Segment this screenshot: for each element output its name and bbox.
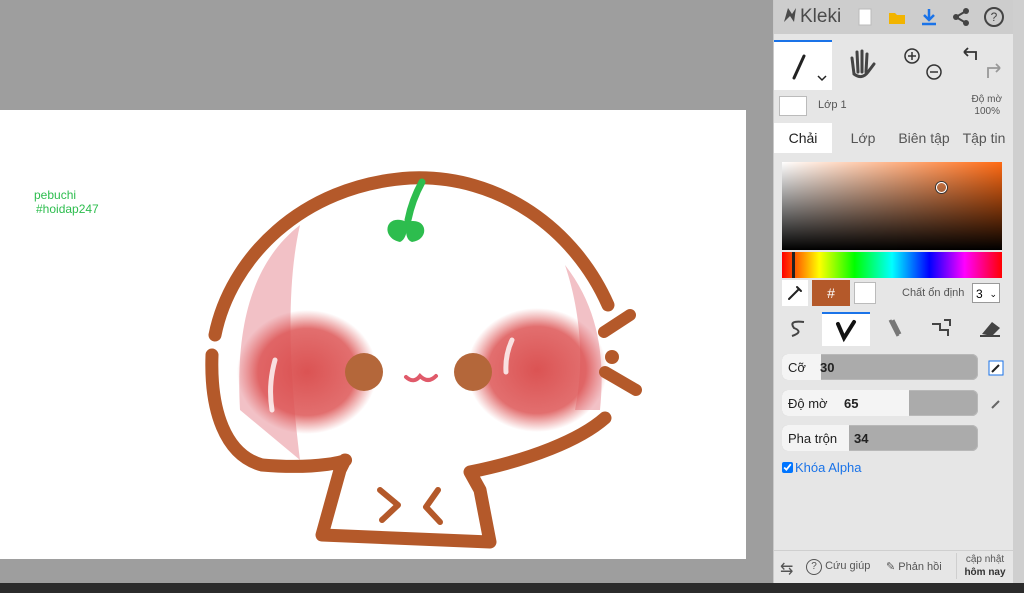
drawing-workspace[interactable]: pebuchi #hoidap247	[0, 0, 773, 583]
layer-name: Lớp 1	[818, 99, 847, 111]
eyedropper-icon	[788, 286, 802, 300]
hue-slider-handle[interactable]	[792, 252, 795, 278]
undo-redo-tools[interactable]	[954, 40, 1012, 88]
feedback-label: Phản hồi	[898, 561, 942, 573]
hand-tool[interactable]	[832, 40, 890, 88]
brush-blend-label: Pha trộn	[788, 431, 838, 446]
brush-icon	[792, 54, 827, 82]
update-line-2: hôm nay	[964, 567, 1006, 578]
drawing-canvas[interactable]: pebuchi #hoidap247	[0, 110, 746, 559]
feedback-icon: ✎	[886, 561, 896, 573]
page-scrollbar[interactable]	[1013, 0, 1024, 583]
share-icon[interactable]	[950, 6, 972, 28]
secondary-color-swatch[interactable]	[854, 282, 876, 304]
tab-layers[interactable]: Lớp	[834, 123, 892, 153]
bottom-bar	[0, 583, 1024, 593]
pressure-size-icon[interactable]	[988, 360, 1004, 376]
brush-type-eraser[interactable]	[966, 312, 1014, 344]
brush-blend-value: 34	[854, 431, 869, 446]
tab-file[interactable]: Tập tin	[956, 123, 1012, 153]
swap-icon[interactable]: ⇆	[780, 559, 793, 579]
brush-type-tabs	[774, 312, 1014, 346]
brush-opacity-slider[interactable]: Độ mờ 65	[782, 390, 978, 416]
brush-type-pen[interactable]	[774, 312, 822, 344]
brush-type-sketchy[interactable]	[870, 312, 918, 344]
tab-brush[interactable]: Chải	[774, 123, 832, 153]
blend-brush-icon	[836, 320, 856, 343]
drawing-artwork	[205, 171, 642, 549]
app-name: Kleki	[800, 6, 842, 27]
undo-redo-icon	[963, 47, 1001, 78]
stabilizer-value: 3	[976, 287, 983, 301]
alpha-lock-label: Khóa Alpha	[795, 460, 862, 475]
brush-type-pixel[interactable]	[918, 312, 966, 344]
eyedropper-button[interactable]	[782, 280, 808, 306]
hand-icon	[850, 49, 876, 79]
alpha-lock-checkbox[interactable]	[782, 462, 793, 473]
tool-row	[774, 40, 1014, 90]
color-picker-field[interactable]	[782, 162, 1002, 250]
stabilizer-select[interactable]: 3 ⌄	[972, 283, 1000, 303]
brush-size-label: Cỡ	[788, 360, 806, 375]
sketchy-brush-icon	[888, 319, 902, 337]
zoom-in-out-icon	[904, 48, 942, 80]
panel-footer: ⇆ ? Cứu giúp ✎ Phản hồi cập nhật hôm nay	[774, 550, 1014, 584]
top-toolbar: Kleki ?	[774, 0, 1014, 34]
layer-thumbnail[interactable]	[779, 96, 807, 116]
tab-edit[interactable]: Biên tập	[892, 123, 956, 153]
kleki-logo-icon	[784, 8, 796, 22]
brush-blend-slider[interactable]: Pha trộn 34	[782, 425, 978, 451]
update-line-1: cập nhật	[965, 554, 1005, 565]
pressure-opacity-icon[interactable]	[988, 396, 1004, 412]
hue-slider[interactable]	[782, 252, 1002, 278]
color-picker-cursor[interactable]	[936, 182, 947, 193]
zoom-tools[interactable]	[896, 40, 946, 88]
layer-opacity-label: Độ mờ	[971, 94, 1002, 105]
panel-tabs: Chải Lớp Biên tập Tập tin	[774, 123, 1014, 153]
help-icon[interactable]: ?	[983, 6, 1005, 28]
brush-type-blend[interactable]	[822, 312, 870, 346]
app-logo[interactable]: Kleki	[782, 6, 841, 28]
brush-opacity-label: Độ mờ	[788, 396, 828, 411]
brush-size-value: 30	[820, 360, 835, 375]
new-image-icon[interactable]	[854, 6, 876, 28]
chevron-down-icon: ⌄	[989, 289, 997, 299]
feedback-button[interactable]: ✎ Phản hồi	[886, 560, 942, 573]
brush-tool[interactable]	[774, 40, 832, 90]
help-button[interactable]: ? Cứu giúp	[806, 559, 870, 575]
alpha-lock-toggle[interactable]: Khóa Alpha	[782, 460, 862, 475]
color-row: # Chất ổn định 3 ⌄	[782, 280, 1014, 306]
help-circle-icon: ?	[806, 559, 822, 575]
layer-row[interactable]: Lớp 1 Độ mờ 100%	[774, 92, 1014, 120]
brush-size-slider[interactable]: Cỡ 30	[782, 354, 978, 380]
stabilizer-label: Chất ổn định	[902, 287, 965, 299]
eraser-icon	[980, 322, 1000, 337]
primary-color-swatch[interactable]: #	[812, 280, 850, 306]
brush-opacity-value: 65	[844, 396, 859, 411]
open-folder-icon[interactable]	[886, 6, 908, 28]
download-icon[interactable]	[918, 6, 940, 28]
layer-opacity-value: 100%	[974, 106, 1000, 117]
svg-text:?: ?	[991, 10, 998, 24]
side-panel: Kleki ? Lớp 1 Độ mờ 100% Chải Lớp Biên t…	[773, 0, 1014, 584]
pen-brush-icon	[791, 320, 805, 337]
pixel-brush-icon	[932, 319, 951, 336]
update-notice[interactable]: cập nhật hôm nay	[956, 553, 1013, 579]
help-label: Cứu giúp	[825, 560, 871, 572]
